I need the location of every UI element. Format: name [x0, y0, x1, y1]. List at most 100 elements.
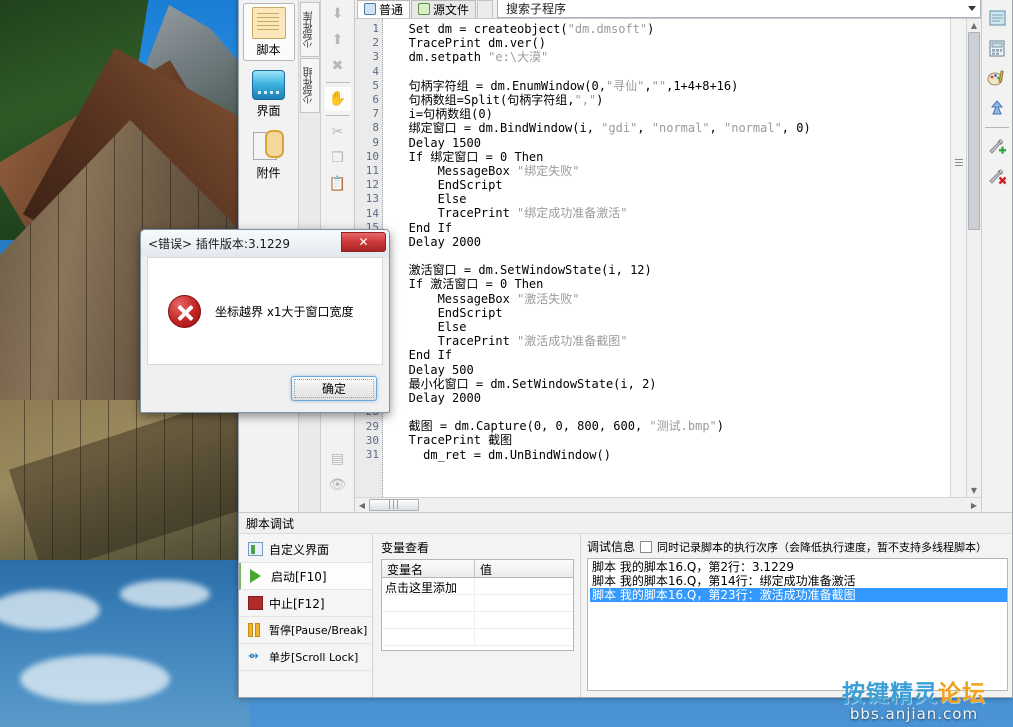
debug-action-custom-ui[interactable]: 自定义界面 — [239, 536, 372, 563]
watermark-brand-suffix: 论坛 — [938, 681, 986, 707]
dialog-footer: 确定 — [141, 365, 389, 412]
record-order-checkbox[interactable] — [640, 540, 653, 553]
ui-icon — [252, 70, 285, 100]
tool-ui-label: 界面 — [256, 104, 281, 118]
code-horizontal-scrollbar[interactable]: ◀ ||| ▶ — [355, 497, 981, 512]
scroll-up-arrow-icon[interactable]: ▲ — [967, 19, 981, 32]
calculator-icon[interactable] — [984, 35, 1010, 61]
debug-action-stop[interactable]: 中止[F12] — [239, 590, 372, 617]
notepad-icon[interactable] — [984, 5, 1010, 31]
vertical-tab-0-label: 少部件库 — [303, 11, 315, 48]
table-row[interactable] — [382, 629, 573, 646]
wrench-add-icon[interactable] — [984, 134, 1010, 160]
arrow-up-icon[interactable]: ⬆ — [325, 28, 351, 52]
toolbar-divider-2 — [325, 115, 350, 116]
error-x-icon — [168, 294, 201, 328]
debug-action-4-label: 单步[Scroll Lock] — [269, 651, 359, 664]
scroll-right-arrow-icon[interactable]: ▶ — [967, 499, 981, 512]
code-editor-panel: 普通 源文件 搜索子程序 123456789101112131415161718… — [355, 0, 981, 512]
tool-script[interactable]: 脚本 — [242, 3, 295, 61]
debug-action-2-label: 中止[F12] — [269, 596, 325, 611]
tab-normal-label: 普通 — [379, 2, 404, 17]
script-icon — [251, 7, 286, 39]
debug-actions-list: 自定义界面 启动[F10] 中止[F12] 暂停[Pause/Break] ⇴ … — [239, 534, 373, 697]
code-vertical-scrollbar[interactable]: ▲ ▼ — [966, 19, 981, 497]
dialog-body: 坐标越界 x1大于窗口宽度 — [147, 257, 383, 365]
log-line[interactable]: 脚本 我的脚本16.Q，第2行：3.1229 — [590, 560, 1007, 574]
chevron-down-icon[interactable] — [968, 6, 976, 11]
paste-icon[interactable]: 📋 — [325, 172, 351, 196]
play-icon — [250, 569, 261, 583]
code-scroll[interactable]: 1234567891011121314151617181920212223242… — [355, 19, 950, 497]
custom-ui-icon — [248, 542, 263, 556]
debug-action-3-label: 暂停[Pause/Break] — [269, 624, 368, 637]
table-row[interactable] — [382, 595, 573, 612]
delete-x-icon[interactable]: ✖ — [325, 54, 351, 78]
dialog-titlebar[interactable]: <错误> 插件版本:3.1229 ✕ — [141, 230, 389, 257]
source-file-icon — [418, 3, 431, 15]
vertical-tab-1-label: 少部件组 — [303, 67, 315, 104]
search-input[interactable]: 搜索子程序 — [506, 0, 566, 17]
ok-button[interactable]: 确定 — [291, 376, 377, 401]
vertical-scroll-thumb[interactable] — [968, 32, 980, 230]
debug-action-1-label: 启动[F10] — [271, 569, 327, 584]
tab-source-file[interactable]: 源文件 — [411, 0, 477, 18]
debug-info-panel: 调试信息 同时记录脚本的执行次序（会降低执行速度，暂不支持多线程脚本） 脚本 我… — [581, 534, 1012, 697]
color-picker-icon[interactable] — [984, 65, 1010, 91]
error-dialog: <错误> 插件版本:3.1229 ✕ 坐标越界 x1大于窗口宽度 确定 — [140, 229, 390, 413]
debug-log-list[interactable]: 脚本 我的脚本16.Q，第2行：3.1229 脚本 我的脚本16.Q，第14行：绑… — [587, 558, 1008, 691]
tool-attachment[interactable]: 附件 — [243, 127, 295, 183]
debug-action-0-label: 自定义界面 — [269, 542, 330, 557]
hand-icon[interactable]: ✋ — [324, 87, 351, 111]
variable-value-cell[interactable] — [475, 578, 573, 594]
code-area: 1234567891011121314151617181920212223242… — [355, 19, 981, 497]
tool-script-label: 脚本 — [256, 43, 281, 57]
watermark-brand: 按键精灵论坛 — [823, 682, 1005, 706]
debug-info-title: 调试信息 — [587, 540, 636, 554]
right-tool-column — [981, 0, 1012, 512]
variables-col-value: 值 — [480, 563, 493, 577]
horizontal-scroll-thumb[interactable]: ||| — [369, 499, 419, 511]
search-subroutine-combo[interactable]: 搜索子程序 — [497, 0, 981, 18]
fold-marks-icon — [955, 159, 963, 160]
arrow-down-icon[interactable]: ⬇ — [325, 2, 351, 26]
code-right-margin — [950, 19, 966, 497]
tab-normal[interactable]: 普通 — [357, 0, 411, 18]
scroll-left-arrow-icon[interactable]: ◀ — [355, 499, 369, 512]
list-icon[interactable]: ▤ — [325, 447, 351, 471]
variables-panel: 变量查看 变量名 值 点击这里添加 — [373, 534, 581, 697]
variables-table[interactable]: 变量名 值 点击这里添加 — [381, 559, 574, 651]
log-line[interactable]: 脚本 我的脚本16.Q，第23行：激活成功准备截图 — [590, 588, 1007, 602]
tool-ui[interactable]: 界面 — [243, 67, 295, 121]
eye-icon[interactable]: 👁 — [325, 473, 351, 497]
dialog-message: 坐标越界 x1大于窗口宽度 — [215, 304, 354, 319]
dialog-title: <错误> 插件版本:3.1229 — [148, 237, 290, 251]
step-icon: ⇴ — [248, 649, 259, 664]
debug-body: 自定义界面 启动[F10] 中止[F12] 暂停[Pause/Break] ⇴ … — [239, 533, 1012, 697]
vertical-tab-widget-library[interactable]: 少部件库 — [299, 2, 320, 57]
tab-source-file-label: 源文件 — [433, 2, 470, 17]
scroll-down-arrow-icon[interactable]: ▼ — [967, 484, 981, 497]
scissors-icon[interactable]: ✂ — [325, 120, 351, 144]
close-icon[interactable]: ✕ — [341, 232, 386, 252]
toolbar-divider-1 — [325, 82, 350, 83]
copy-icon[interactable]: ❐ — [325, 146, 351, 170]
debug-action-pause[interactable]: 暂停[Pause/Break] — [239, 617, 372, 644]
right-tool-divider — [985, 127, 1009, 128]
log-line[interactable]: 脚本 我的脚本16.Q，第14行：绑定成功准备激活 — [590, 574, 1007, 588]
watermark-brand-main: 按键精灵 — [842, 681, 938, 707]
debug-action-start[interactable]: 启动[F10] — [239, 563, 372, 590]
record-order-label: 同时记录脚本的执行次序（会降低执行速度，暂不支持多线程脚本） — [657, 540, 988, 554]
pause-icon — [248, 623, 263, 637]
debug-action-step[interactable]: ⇴ 单步[Scroll Lock] — [239, 644, 372, 671]
table-row[interactable]: 点击这里添加 — [382, 578, 573, 595]
code-text[interactable]: Set dm = createobject("dm.dmsoft") Trace… — [383, 19, 950, 497]
wrench-remove-icon[interactable] — [984, 164, 1010, 190]
stop-icon — [248, 596, 263, 610]
vertical-tab-widget-group[interactable]: 少部件组 — [299, 58, 320, 113]
attachment-icon — [252, 130, 285, 162]
capture-icon[interactable] — [984, 95, 1010, 121]
wallpaper-foreground-water — [0, 560, 250, 727]
table-row[interactable] — [382, 612, 573, 629]
variable-name-cell[interactable]: 点击这里添加 — [382, 578, 475, 595]
